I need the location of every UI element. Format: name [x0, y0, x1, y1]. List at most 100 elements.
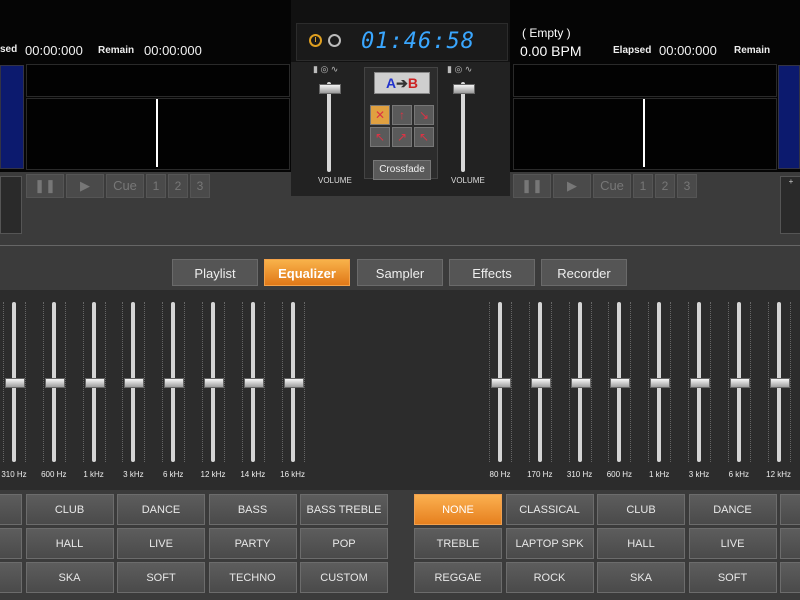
right-preset-none-button[interactable]: NONE	[414, 494, 502, 525]
left-preset-soft-button[interactable]: SOFT	[117, 562, 205, 593]
left-overview-waveform[interactable]	[26, 64, 290, 97]
clock-icon[interactable]	[309, 34, 322, 47]
right-eq-slider[interactable]	[491, 378, 511, 388]
left-preset-party-button[interactable]: PARTY	[208, 528, 297, 559]
right-eq-band: 600 Hz	[604, 298, 634, 488]
right-elapsed-label: Elapsed	[613, 45, 652, 56]
right-album-art	[778, 65, 800, 169]
right-preset-blank-button[interactable]	[780, 494, 800, 525]
crossfade-curve-6-icon[interactable]: ↖	[414, 127, 434, 147]
eq-scale-ticks	[184, 302, 186, 462]
right-eq-slider[interactable]	[729, 378, 750, 388]
right-waveform[interactable]	[513, 98, 777, 170]
left-volume-icons[interactable]: ▮ ◎ ∿	[313, 64, 338, 75]
tab-playlist[interactable]: Playlist	[172, 259, 258, 286]
crossfade-curve-2-icon[interactable]: ↑	[392, 105, 412, 125]
left-eq-slider[interactable]	[164, 378, 185, 388]
right-eq-slider[interactable]	[570, 378, 591, 388]
right-hotcue-1-button[interactable]: 1	[633, 174, 653, 198]
left-preset-custom-button[interactable]: CUSTOM	[300, 562, 388, 593]
right-preset-blank-button[interactable]	[780, 528, 800, 559]
left-hotcue-2-button[interactable]: 2	[168, 174, 188, 198]
left-preset-live-button[interactable]: LIVE	[117, 528, 205, 559]
left-eq-slider[interactable]	[124, 378, 145, 388]
crossfade-curve-3-icon[interactable]: ↘	[414, 105, 434, 125]
right-volume-slider[interactable]	[453, 84, 475, 94]
right-deck-side-controls[interactable]: +	[780, 176, 800, 234]
left-eq-slider[interactable]	[243, 378, 264, 388]
left-eq-slider[interactable]	[5, 378, 25, 388]
left-waveform[interactable]	[26, 98, 290, 170]
left-deck-info: sed 00:00:000 Remain 00:00:000	[0, 0, 291, 62]
right-overview-waveform[interactable]	[513, 64, 777, 97]
left-volume-track[interactable]	[327, 82, 331, 172]
left-cue-button[interactable]: Cue	[106, 174, 144, 198]
right-side-plus[interactable]: +	[789, 177, 794, 186]
right-preset-dance-button[interactable]: DANCE	[688, 494, 777, 525]
ab-switch-button[interactable]: A➔B	[374, 72, 430, 94]
crossfade-curve-4-icon[interactable]: ↖	[370, 127, 390, 147]
left-eq-slider[interactable]	[204, 378, 224, 388]
left-preset-dance-button[interactable]: DANCE	[117, 494, 205, 525]
left-volume-slider[interactable]	[319, 84, 341, 94]
timer-icon[interactable]	[328, 34, 341, 47]
left-eq-slider[interactable]	[283, 378, 304, 388]
right-play-button[interactable]: ▶	[553, 174, 591, 198]
right-hotcue-3-button[interactable]: 3	[677, 174, 697, 198]
left-eq-slider[interactable]	[44, 378, 65, 388]
left-deck-side-controls[interactable]	[0, 176, 22, 234]
right-preset-ska-button[interactable]: SKA	[597, 562, 685, 593]
left-eq-band-label: 16 kHz	[280, 470, 306, 479]
crossfade-curve-5-icon[interactable]: ↗	[392, 127, 412, 147]
right-eq-slider[interactable]	[690, 378, 710, 388]
tab-recorder[interactable]: Recorder	[541, 259, 627, 286]
left-preset-techno-button[interactable]: TECHNO	[208, 562, 297, 593]
right-preset-reggae-button[interactable]: REGGAE	[414, 562, 502, 593]
left-deck	[0, 62, 291, 172]
eq-scale-ticks	[263, 302, 266, 462]
left-pause-button[interactable]: ❚❚	[26, 174, 64, 198]
left-preset-hall-button[interactable]: HALL	[25, 528, 114, 559]
right-preset-club-button[interactable]: CLUB	[597, 494, 685, 525]
right-preset-live-button[interactable]: LIVE	[688, 528, 777, 559]
eq-scale-ticks	[144, 302, 146, 462]
right-eq-slider[interactable]	[650, 378, 671, 388]
tab-equalizer[interactable]: Equalizer	[264, 259, 350, 286]
tab-effects[interactable]: Effects	[449, 259, 535, 286]
right-pause-button[interactable]: ❚❚	[513, 174, 551, 198]
right-preset-treble-button[interactable]: TREBLE	[414, 528, 502, 559]
right-preset-rock-button[interactable]: ROCK	[505, 562, 594, 593]
right-eq-slider[interactable]	[769, 378, 790, 388]
left-play-button[interactable]: ▶	[66, 174, 104, 198]
right-volume-track[interactable]	[461, 82, 465, 172]
right-eq-slider[interactable]	[610, 378, 631, 388]
left-hotcue-1-button[interactable]: 1	[146, 174, 166, 198]
right-preset-blank-button[interactable]	[780, 562, 800, 593]
right-eq-slider[interactable]	[530, 378, 551, 388]
tab-sampler[interactable]: Sampler	[357, 259, 443, 286]
right-preset-laptop-spk-button[interactable]: LAPTOP SPK	[505, 528, 594, 559]
left-eq-band: 600 Hz	[39, 298, 69, 488]
left-preset-bass-button[interactable]: BASS	[208, 494, 297, 525]
right-preset-classical-button[interactable]: CLASSICAL	[505, 494, 594, 525]
right-track-title: ( Empty )	[522, 26, 571, 40]
left-preset-blank-button[interactable]	[0, 562, 22, 593]
left-preset-l-button[interactable]: L	[0, 494, 22, 525]
right-hotcue-2-button[interactable]: 2	[655, 174, 675, 198]
left-preset-pop-button[interactable]: POP	[300, 528, 388, 559]
right-volume-icons[interactable]: ▮ ◎ ∿	[447, 64, 472, 75]
left-hotcue-3-button[interactable]: 3	[190, 174, 210, 198]
eq-scale-ticks	[550, 302, 553, 462]
right-preset-hall-button[interactable]: HALL	[597, 528, 685, 559]
right-preset-soft-button[interactable]: SOFT	[688, 562, 777, 593]
right-cue-button[interactable]: Cue	[593, 174, 631, 198]
left-eq-band: 12 kHz	[198, 298, 228, 488]
left-preset-bass-treble-button[interactable]: BASS TREBLE	[300, 494, 388, 525]
crossfade-button[interactable]: Crossfade	[373, 160, 431, 180]
crossfade-curve-1-icon[interactable]: ✕	[370, 105, 390, 125]
left-preset-ska-button[interactable]: SKA	[25, 562, 114, 593]
panel-tabs: Playlist Equalizer Sampler Effects Recor…	[0, 257, 800, 287]
left-eq-slider[interactable]	[84, 378, 105, 388]
left-preset-club-button[interactable]: CLUB	[25, 494, 114, 525]
left-preset-pk-button[interactable]: PK	[0, 528, 22, 559]
